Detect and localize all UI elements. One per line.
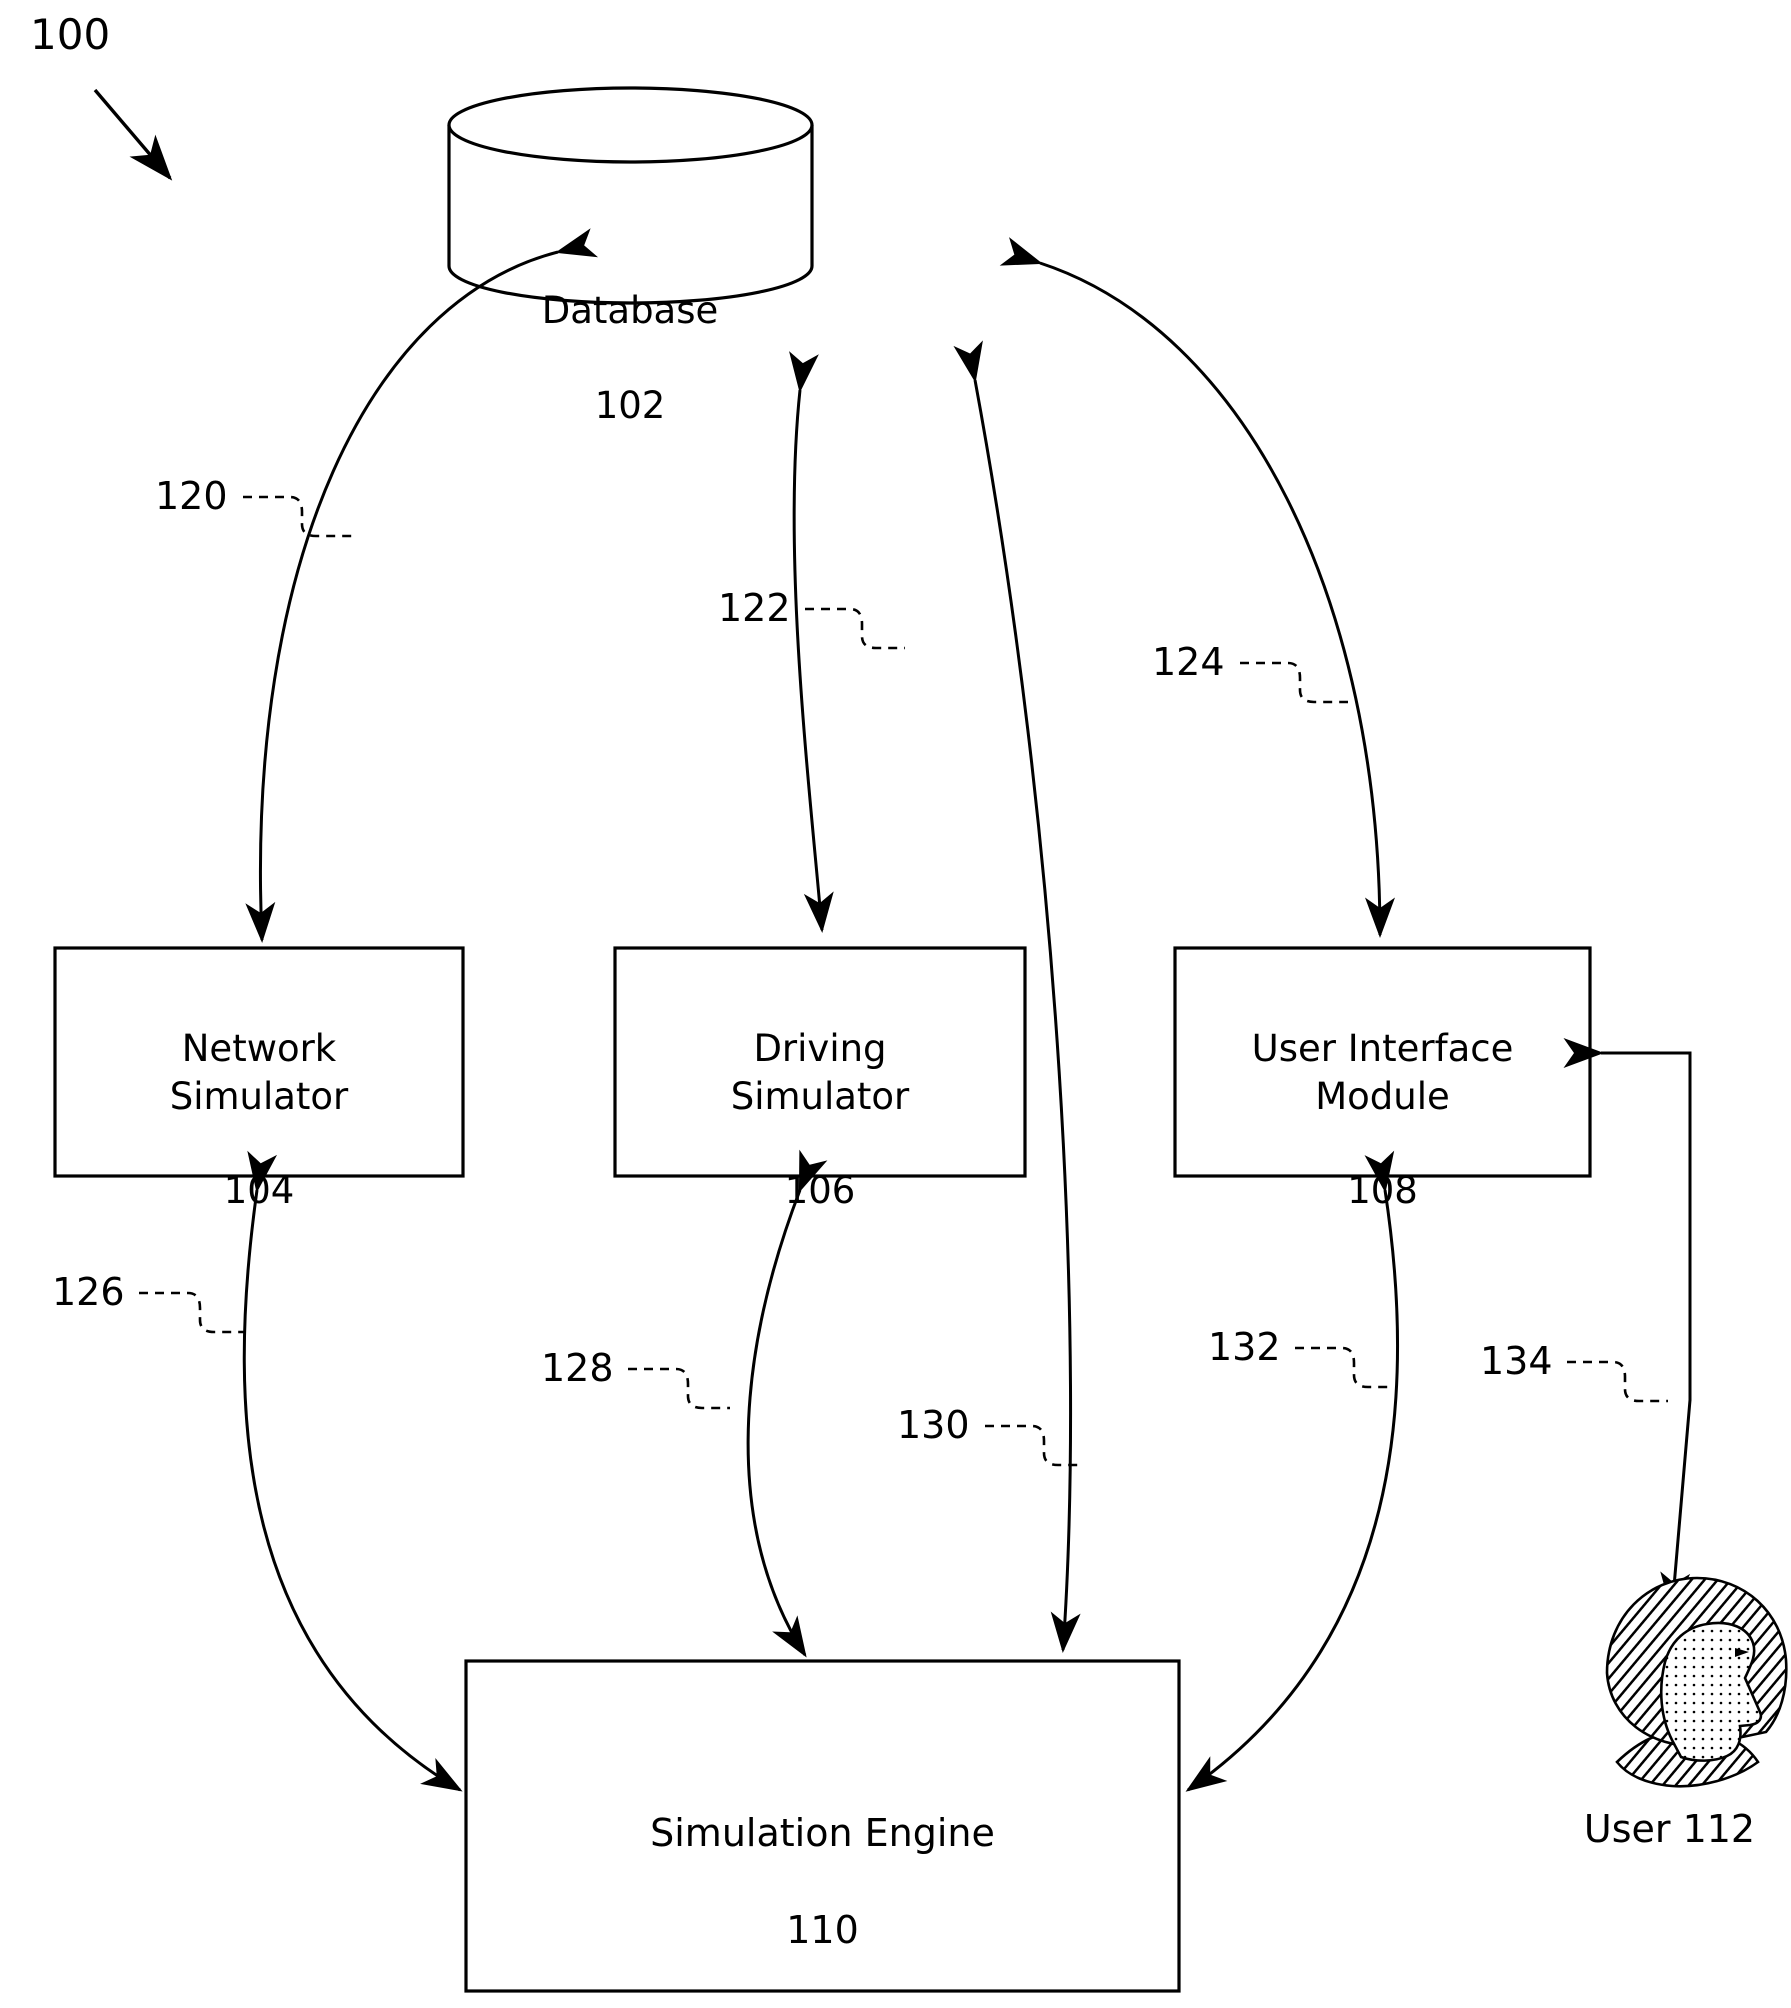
leader-122 — [805, 607, 905, 650]
connector-ref-124: 124 — [1152, 640, 1225, 684]
connector-ref-130: 130 — [897, 1403, 970, 1447]
patent-figure: 100 Database 102 Network Simulator 104 D… — [0, 0, 1791, 2008]
simulation-engine-box — [464, 1659, 1181, 1993]
connector-122 — [789, 351, 834, 933]
leader-126 — [139, 1291, 244, 1334]
leader-128 — [628, 1367, 730, 1410]
driving-simulator-box — [613, 946, 1027, 1178]
connector-124 — [999, 237, 1395, 938]
connector-134 — [1563, 1038, 1692, 1613]
connector-ref-132: 132 — [1208, 1325, 1281, 1369]
connector-ref-126: 126 — [52, 1270, 125, 1314]
leader-120 — [243, 495, 355, 538]
connector-ref-122: 122 — [718, 586, 791, 630]
network-simulator-box — [53, 946, 465, 1178]
database-cylinder-shape — [447, 86, 814, 305]
figure-number-leader — [93, 88, 173, 181]
leader-130 — [985, 1424, 1083, 1467]
connector-ref-120: 120 — [155, 474, 228, 518]
connector-132 — [1185, 1150, 1400, 1792]
connector-120 — [245, 228, 599, 943]
connector-ref-134: 134 — [1480, 1339, 1553, 1383]
connector-ref-128: 128 — [541, 1346, 614, 1390]
user-interface-module-box — [1173, 946, 1592, 1178]
user-head-icon — [1605, 1576, 1788, 1788]
figure-number: 100 — [30, 10, 111, 59]
diagram-vector-layer — [53, 86, 1788, 1993]
connector-128 — [746, 1149, 828, 1658]
connector-126 — [242, 1150, 463, 1792]
leader-124 — [1240, 661, 1348, 704]
leader-134 — [1567, 1360, 1668, 1403]
leader-132 — [1295, 1346, 1394, 1389]
